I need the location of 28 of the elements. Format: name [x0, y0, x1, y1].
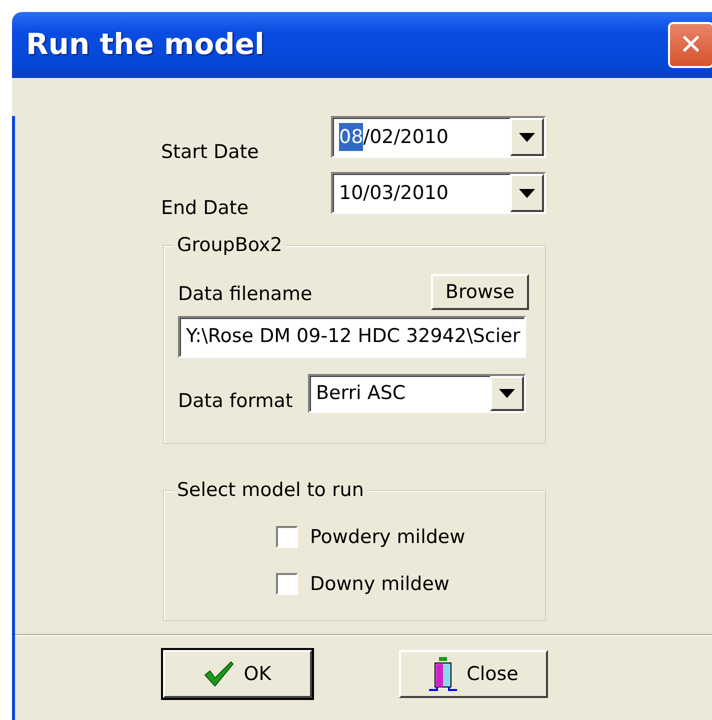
data-format-label: Data format [178, 388, 294, 414]
checkmark-icon [204, 661, 234, 687]
filename-field[interactable]: Y:\Rose DM 09-12 HDC 32942\Scier [178, 316, 526, 358]
checkbox-label: Downy mildew [310, 572, 450, 596]
checkbox[interactable] [276, 526, 298, 548]
ok-button[interactable]: OK [163, 650, 312, 698]
checkbox[interactable] [276, 572, 298, 595]
checkbox-label: Powdery mildew [310, 525, 466, 550]
date-picker[interactable]: 10/03/2010 [331, 172, 546, 214]
dropdown-arrow-icon [519, 188, 535, 198]
date-value: 08 [339, 122, 364, 152]
dropdown-button[interactable] [510, 174, 544, 212]
dropdown-button[interactable] [510, 118, 544, 156]
format-dropdown[interactable]: Berri ASC [308, 374, 526, 413]
window-title: Run the model [26, 26, 264, 64]
start-date-label: Start Date [161, 140, 260, 164]
close-button[interactable]: Close [399, 650, 548, 698]
door-icon [428, 657, 457, 691]
dropdown-button[interactable] [490, 376, 524, 411]
data-filename-label: Data filename [178, 282, 312, 307]
browse-button[interactable]: Browse [431, 274, 529, 310]
date-value: 10/03/2010 [339, 180, 449, 206]
date-value: /02/2010 [363, 124, 449, 150]
date-picker[interactable]: 08/02/2010 [331, 116, 546, 158]
dropdown-arrow-icon [499, 389, 515, 398]
end-date-label: End Date [161, 196, 250, 220]
dropdown-arrow-icon [519, 132, 535, 142]
format-value: Berri ASC [315, 381, 407, 406]
